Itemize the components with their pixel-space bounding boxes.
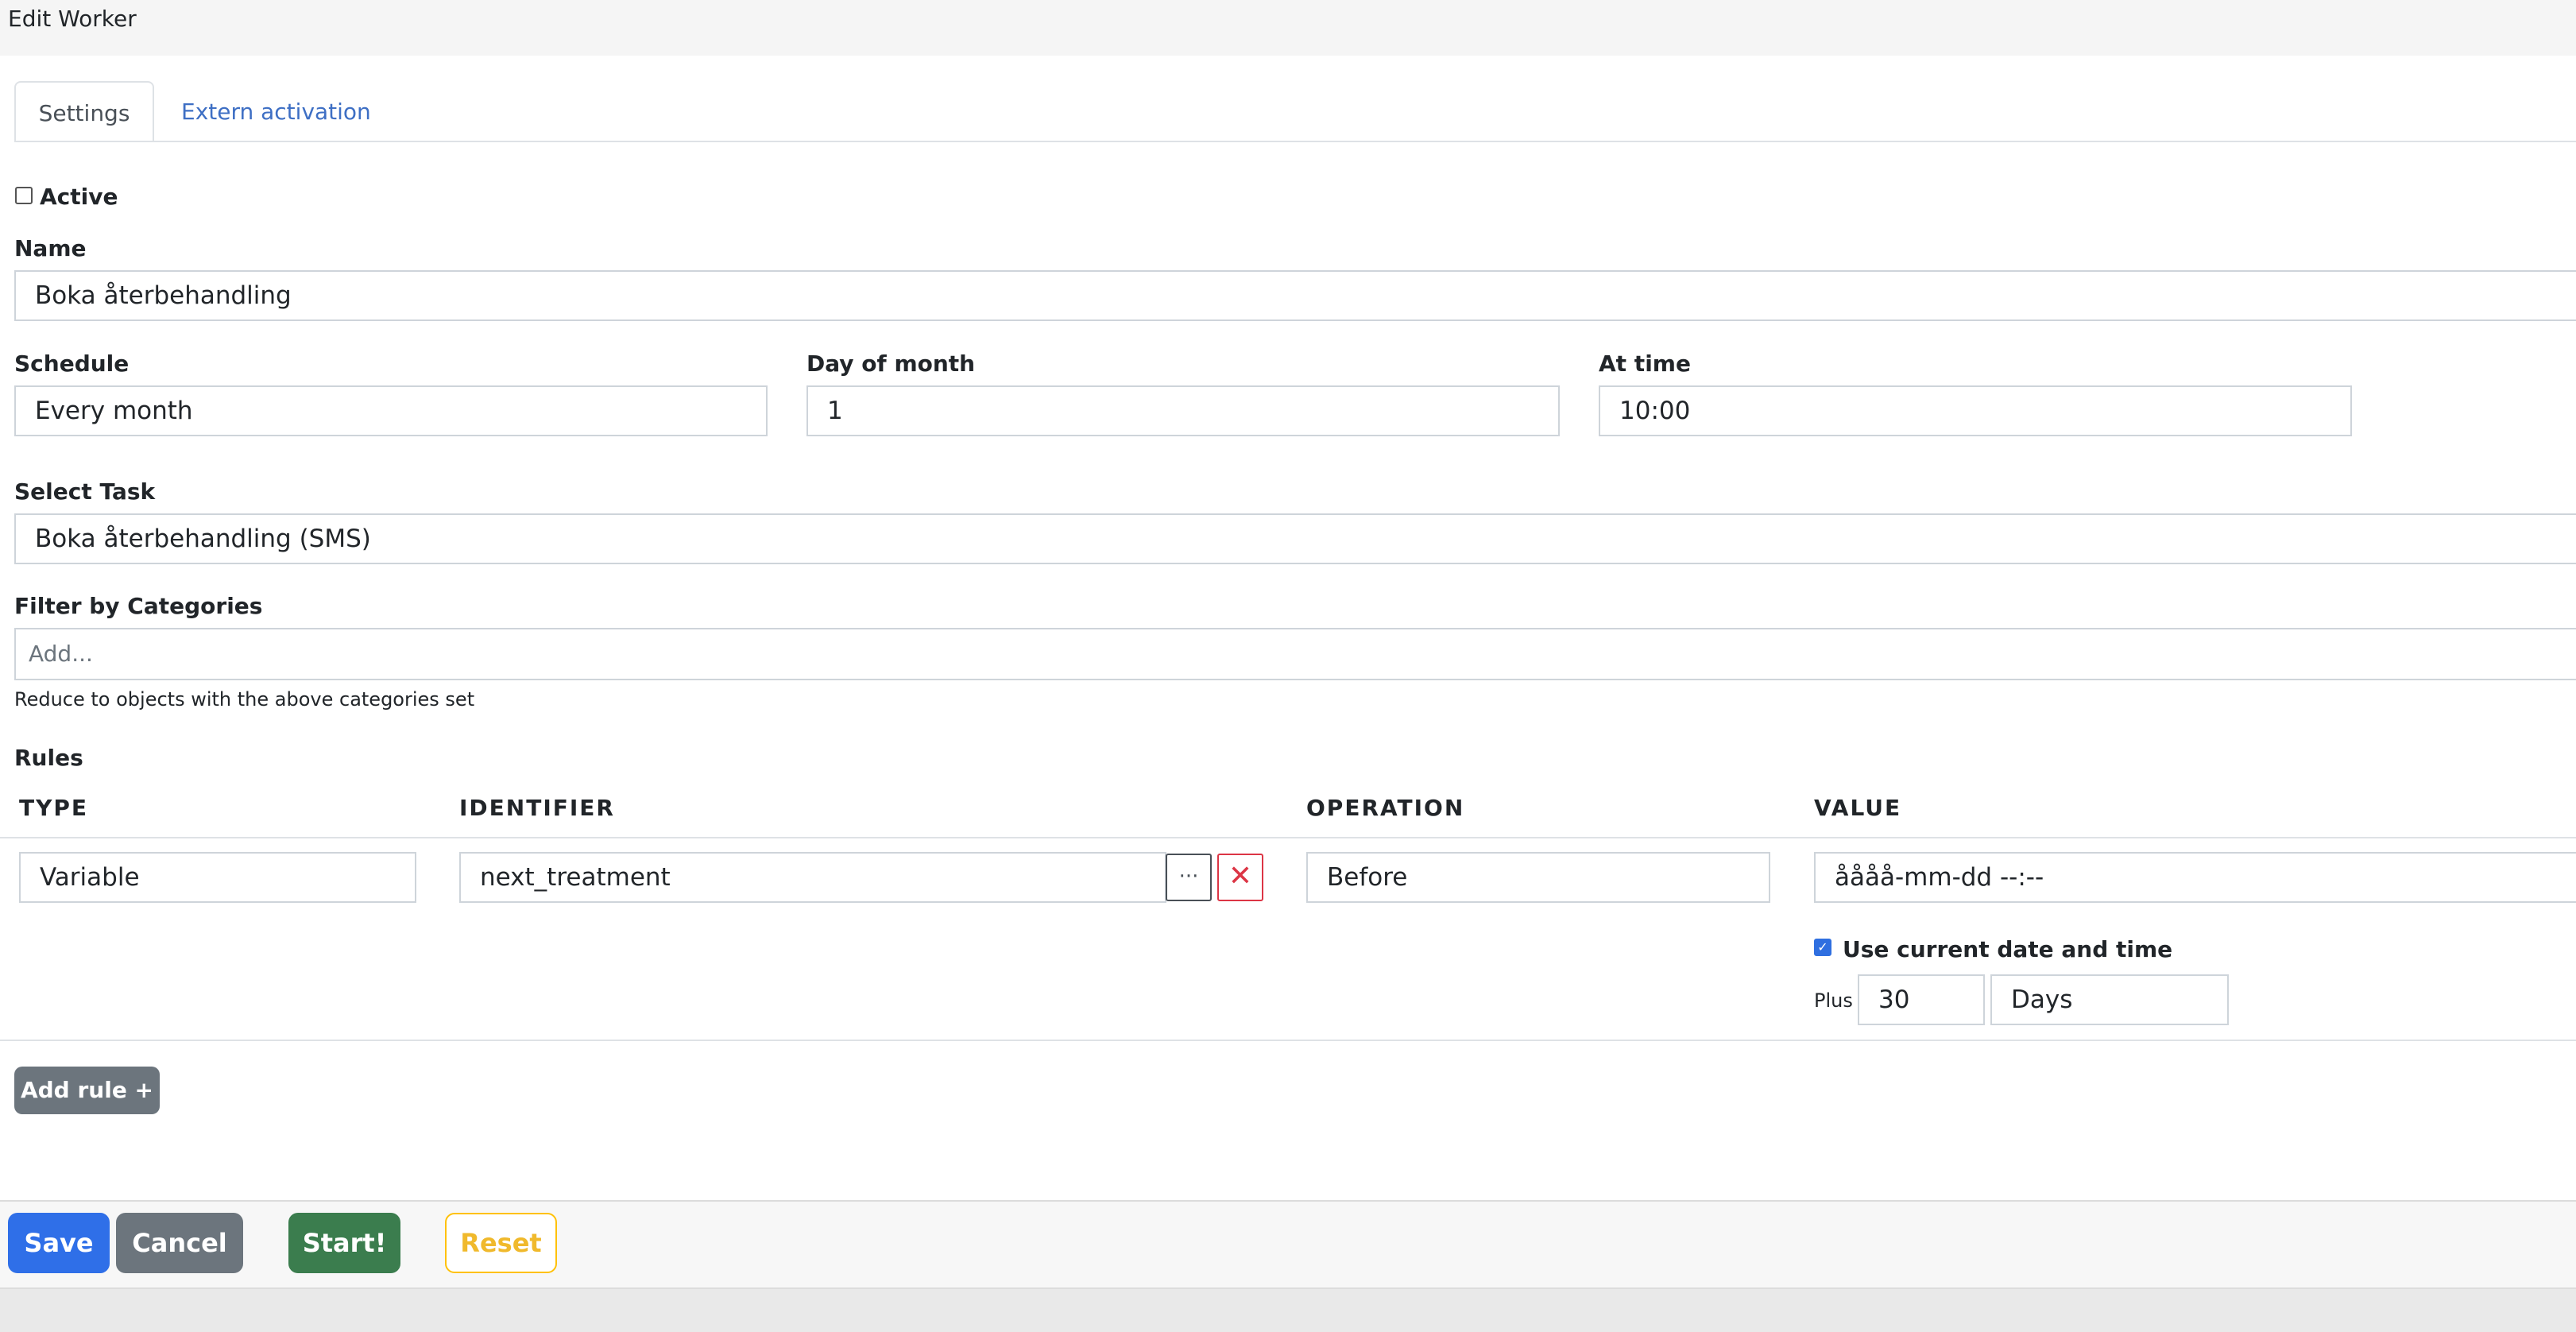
name-label: Name <box>14 235 87 261</box>
rules-header-identifier: IDENTIFIER <box>459 795 615 821</box>
cancel-button[interactable]: Cancel <box>116 1213 243 1273</box>
rule-type-select[interactable]: Variable <box>19 852 416 903</box>
rule-identifier-input[interactable]: next_treatment <box>459 852 1166 903</box>
add-rule-button[interactable]: Add rule + <box>14 1067 160 1114</box>
rule-operation-select[interactable]: Before <box>1306 852 1770 903</box>
at-time-label: At time <box>1599 350 1691 377</box>
select-task-select[interactable]: Boka återbehandling (SMS) <box>14 513 2576 564</box>
ellipsis-icon: ··· <box>1178 865 1199 889</box>
plus-amount-input[interactable]: 30 <box>1858 974 1985 1025</box>
day-of-month-label: Day of month <box>806 350 976 377</box>
name-input[interactable]: Boka återbehandling <box>14 270 2576 321</box>
active-checkbox[interactable] <box>15 187 33 204</box>
save-button[interactable]: Save <box>8 1213 110 1273</box>
filter-categories-label: Filter by Categories <box>14 593 263 619</box>
schedule-select[interactable]: Every month <box>14 385 768 436</box>
rules-header-operation: OPERATION <box>1306 795 1465 821</box>
tabs-divider <box>14 141 2576 142</box>
rule-value-datetime-input[interactable]: åååå-mm-dd --:-- <box>1814 852 2576 903</box>
rules-header-divider <box>0 837 2576 838</box>
at-time-input[interactable]: 10:00 <box>1599 385 2352 436</box>
day-of-month-input[interactable]: 1 <box>806 385 1560 436</box>
categories-input[interactable]: Add... <box>14 628 2576 680</box>
close-icon: ✕ <box>1228 860 1253 893</box>
reset-button[interactable]: Reset <box>445 1213 557 1273</box>
more-options-button[interactable]: ··· <box>1166 854 1212 901</box>
use-current-date-label: Use current date and time <box>1843 936 2173 962</box>
select-task-label: Select Task <box>14 478 156 505</box>
rules-title: Rules <box>14 745 83 771</box>
schedule-label: Schedule <box>14 350 130 377</box>
use-current-date-checkbox[interactable]: ✓ <box>1814 939 1831 956</box>
delete-rule-button[interactable]: ✕ <box>1217 854 1263 901</box>
rules-header-type: TYPE <box>19 795 89 821</box>
tab-settings[interactable]: Settings <box>14 81 154 142</box>
plus-label: Plus <box>1814 989 1853 1012</box>
rules-footer-divider <box>0 1040 2576 1041</box>
rules-header-value: VALUE <box>1814 795 1902 821</box>
categories-placeholder: Add... <box>29 641 93 667</box>
categories-help-text: Reduce to objects with the above categor… <box>14 688 475 711</box>
plus-unit-select[interactable]: Days <box>1990 974 2229 1025</box>
window-title: Edit Worker <box>8 6 137 32</box>
tab-extern-activation[interactable]: Extern activation <box>181 81 371 142</box>
active-label: Active <box>40 184 118 210</box>
start-button[interactable]: Start! <box>288 1213 400 1273</box>
window-title-bar: Edit Worker <box>0 0 2576 56</box>
